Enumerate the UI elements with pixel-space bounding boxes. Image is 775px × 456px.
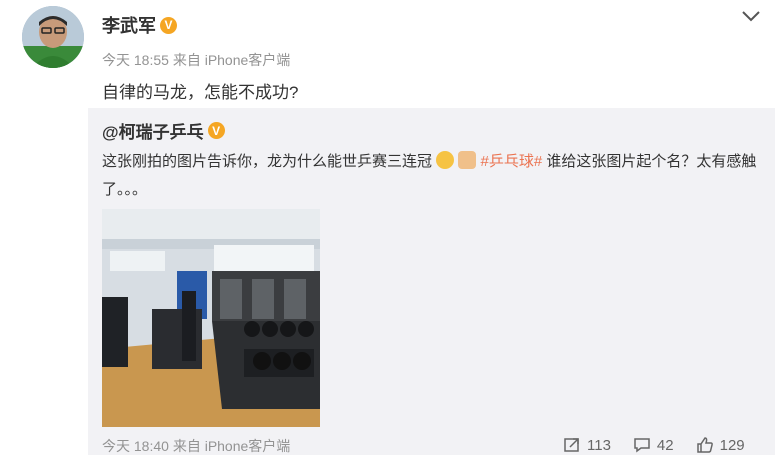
repost-meta: 今天 18:40 来自 iPhone客户端 [102, 438, 291, 454]
verified-badge-icon: V [160, 16, 177, 34]
verified-badge-icon: V [207, 122, 225, 139]
crying-emoji-icon [436, 151, 455, 169]
avatar-image [22, 6, 84, 68]
like-button[interactable]: 129 [696, 436, 745, 454]
comment-count: 42 [656, 436, 674, 454]
comment-button[interactable]: 42 [633, 436, 674, 454]
avatar[interactable] [22, 6, 84, 68]
hashtag-link[interactable]: #乒乓球# [481, 153, 543, 170]
username[interactable]: 李武军 V [102, 12, 177, 38]
repost-icon [564, 438, 579, 452]
repost-count: 113 [587, 436, 611, 454]
like-icon [696, 437, 713, 453]
repost-author[interactable]: @柯瑞子乒乓 V [102, 118, 225, 143]
chevron-down-icon[interactable] [740, 8, 762, 24]
repost-author-name[interactable]: @柯瑞子乒乓 [102, 118, 204, 143]
gym-photo[interactable] [102, 209, 320, 427]
repost-text: 这张刚拍的图片告诉你，龙为什么能世乒赛三连冠 #乒乓球# 谁给这张图片起个名？太… [102, 148, 767, 204]
gym-photo-image [102, 209, 320, 427]
repost-text-before: 这张刚拍的图片告诉你，龙为什么能世乒赛三连冠 [102, 153, 433, 170]
comment-icon [634, 438, 650, 453]
username-text[interactable]: 李武军 [102, 12, 156, 38]
repost-button[interactable]: 113 [563, 436, 611, 454]
post-text: 自律的马龙，怎能不成功? [102, 83, 299, 102]
like-count: 129 [719, 436, 745, 454]
thumbs-up-emoji-icon [458, 151, 477, 169]
repost-card: @柯瑞子乒乓 V 这张刚拍的图片告诉你，龙为什么能世乒赛三连冠 #乒乓球# 谁给… [88, 108, 775, 455]
action-bar: 113 42 129 [563, 436, 745, 454]
post-meta: 今天 18:55 来自 iPhone客户端 [102, 52, 291, 68]
